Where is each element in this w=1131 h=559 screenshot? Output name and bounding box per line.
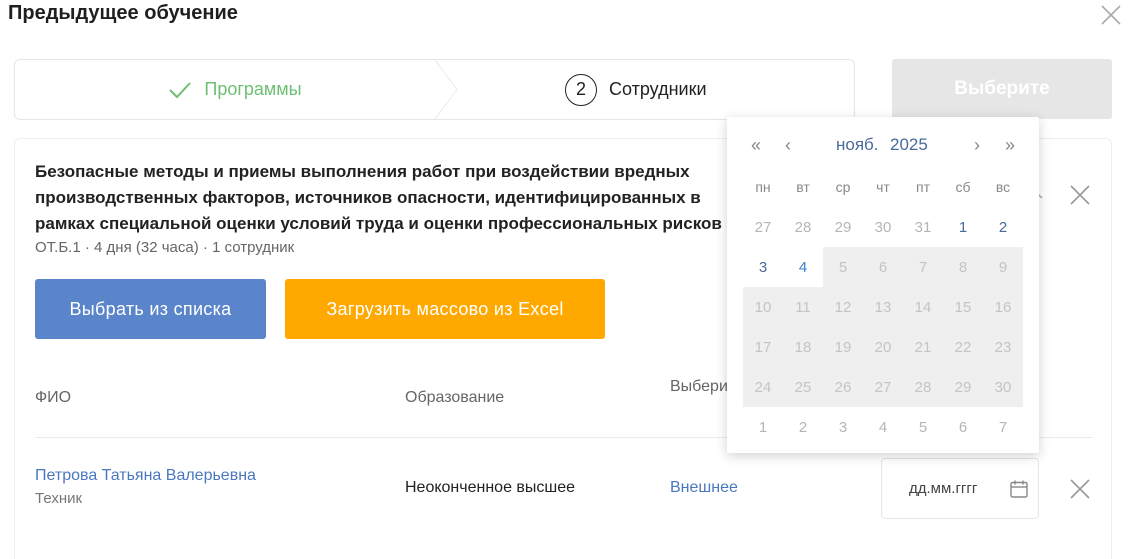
calendar-day-disabled: 13 [863,287,903,327]
datepicker-month[interactable]: нояб. [836,135,879,155]
calendar-day-disabled: 11 [783,287,823,327]
calendar-day[interactable]: 29 [823,207,863,247]
step-separator-icon [435,60,458,119]
calendar-day-disabled: 10 [743,287,783,327]
weekday-label: вт [796,179,810,195]
calendar-day-disabled: 23 [983,327,1023,367]
calendar-day-disabled: 17 [743,327,783,367]
choose-button[interactable]: Выберите [892,59,1112,119]
step-employees-label: Сотрудники [609,79,707,99]
calendar-day-disabled: 15 [943,287,983,327]
calendar-day: 3 [838,418,848,436]
calendar-day-disabled: 8 [943,247,983,287]
calendar-day-disabled: 28 [903,367,943,407]
calendar-day-disabled: 21 [903,327,943,367]
calendar-day: 5 [918,418,928,436]
weekday-header: пн вт ср чт пт сб вс [743,167,1023,207]
calendar-day: 7 [998,418,1008,436]
calendar-day[interactable]: 30 [863,207,903,247]
calendar-week: 17 18 19 20 21 22 23 [743,327,1023,367]
prev-month-button[interactable]: ‹ [775,133,801,157]
calendar-day-disabled: 18 [783,327,823,367]
course-meta: ОТ.Б.1 · 4 дня (32 часа) · 1 сотрудник [35,239,295,256]
prev-year-button[interactable]: « [743,133,769,157]
calendar-day-disabled: 5 [823,247,863,287]
weekday-label: пн [755,179,771,195]
datepicker-grid: пн вт ср чт пт сб вс 27 28 29 30 31 1 2 … [743,167,1023,447]
calendar-day: 1 [758,418,768,436]
calendar-day[interactable]: 27 [743,207,783,247]
calendar-day[interactable]: 28 [783,207,823,247]
column-header-fio: ФИО [35,389,72,406]
weekday-label: пт [916,179,930,195]
calendar-icon[interactable] [1009,479,1029,499]
calendar-day-disabled: 14 [903,287,943,327]
weekday-label: чт [876,179,890,195]
datepicker-year[interactable]: 2025 [890,135,928,155]
calendar-week: 3 4 5 6 7 8 9 [743,247,1023,287]
employee-name-link[interactable]: Петрова Татьяна Валерьевна [35,467,256,485]
weekday-label: вс [995,179,1011,195]
next-year-button[interactable]: » [997,133,1023,157]
employee-education: Неоконченное высшее [405,479,576,496]
calendar-day-disabled: 9 [983,247,1023,287]
datepicker-popup: « ‹ нояб. 2025 › » пн вт ср чт пт сб вс … [727,117,1039,453]
calendar-day: 6 [958,418,968,436]
calendar-day-today[interactable]: 4 [783,247,823,287]
calendar-day-disabled: 7 [903,247,943,287]
calendar-day-disabled: 22 [943,327,983,367]
step-number: 2 [565,73,597,106]
calendar-day: 4 [878,418,888,436]
calendar-week: 24 25 26 27 28 29 30 [743,367,1023,407]
calendar-day[interactable]: 3 [743,247,783,287]
calendar-day-disabled: 29 [943,367,983,407]
modal-title: Предыдущее обучение [8,2,238,24]
date-placeholder: дд.мм.гггг [909,480,978,497]
wizard-stepper: Программы 2 Сотрудники [14,59,855,120]
calendar-day-disabled: 27 [863,367,903,407]
calendar-day-disabled: 16 [983,287,1023,327]
check-icon [169,81,192,98]
date-input[interactable]: дд.мм.гггг [881,458,1039,519]
calendar-day-disabled: 26 [823,367,863,407]
calendar-week: 27 28 29 30 31 1 2 [743,207,1023,247]
calendar-day-disabled: 12 [823,287,863,327]
calendar-week: 10 11 12 13 14 15 16 [743,287,1023,327]
calendar-day-disabled: 6 [863,247,903,287]
calendar-day[interactable]: 2 [983,207,1023,247]
upload-excel-button[interactable]: Загрузить массово из Excel [285,279,605,339]
course-title: Безопасные методы и приемы выполнения ра… [35,162,722,233]
remove-course-icon[interactable] [1068,183,1092,207]
calendar-day-disabled: 30 [983,367,1023,407]
employee-position: Техник [35,490,83,507]
weekday-label: сб [955,179,971,195]
calendar-day-disabled: 24 [743,367,783,407]
calendar-day[interactable]: 31 [903,207,943,247]
step-employees[interactable]: 2 Сотрудники [565,60,707,119]
calendar-day: 2 [798,418,808,436]
select-from-list-button[interactable]: Выбрать из списка [35,279,266,339]
calendar-day-disabled: 19 [823,327,863,367]
calendar-week: 1 2 3 4 5 6 7 [743,407,1023,447]
column-header-instructor: Выберите инструктора [670,378,730,395]
calendar-day-disabled: 25 [783,367,823,407]
calendar-day-disabled: 20 [863,327,903,367]
close-icon[interactable] [1100,4,1122,26]
weekday-label: ср [835,179,851,195]
instructor-select[interactable]: Внешнее [670,479,738,497]
next-month-button[interactable]: › [964,133,990,157]
remove-employee-icon[interactable] [1068,477,1092,501]
column-header-education: Образование [405,389,505,406]
step-programs-label: Программы [204,79,302,99]
calendar-day[interactable]: 1 [943,207,983,247]
step-programs[interactable]: Программы [15,60,455,119]
